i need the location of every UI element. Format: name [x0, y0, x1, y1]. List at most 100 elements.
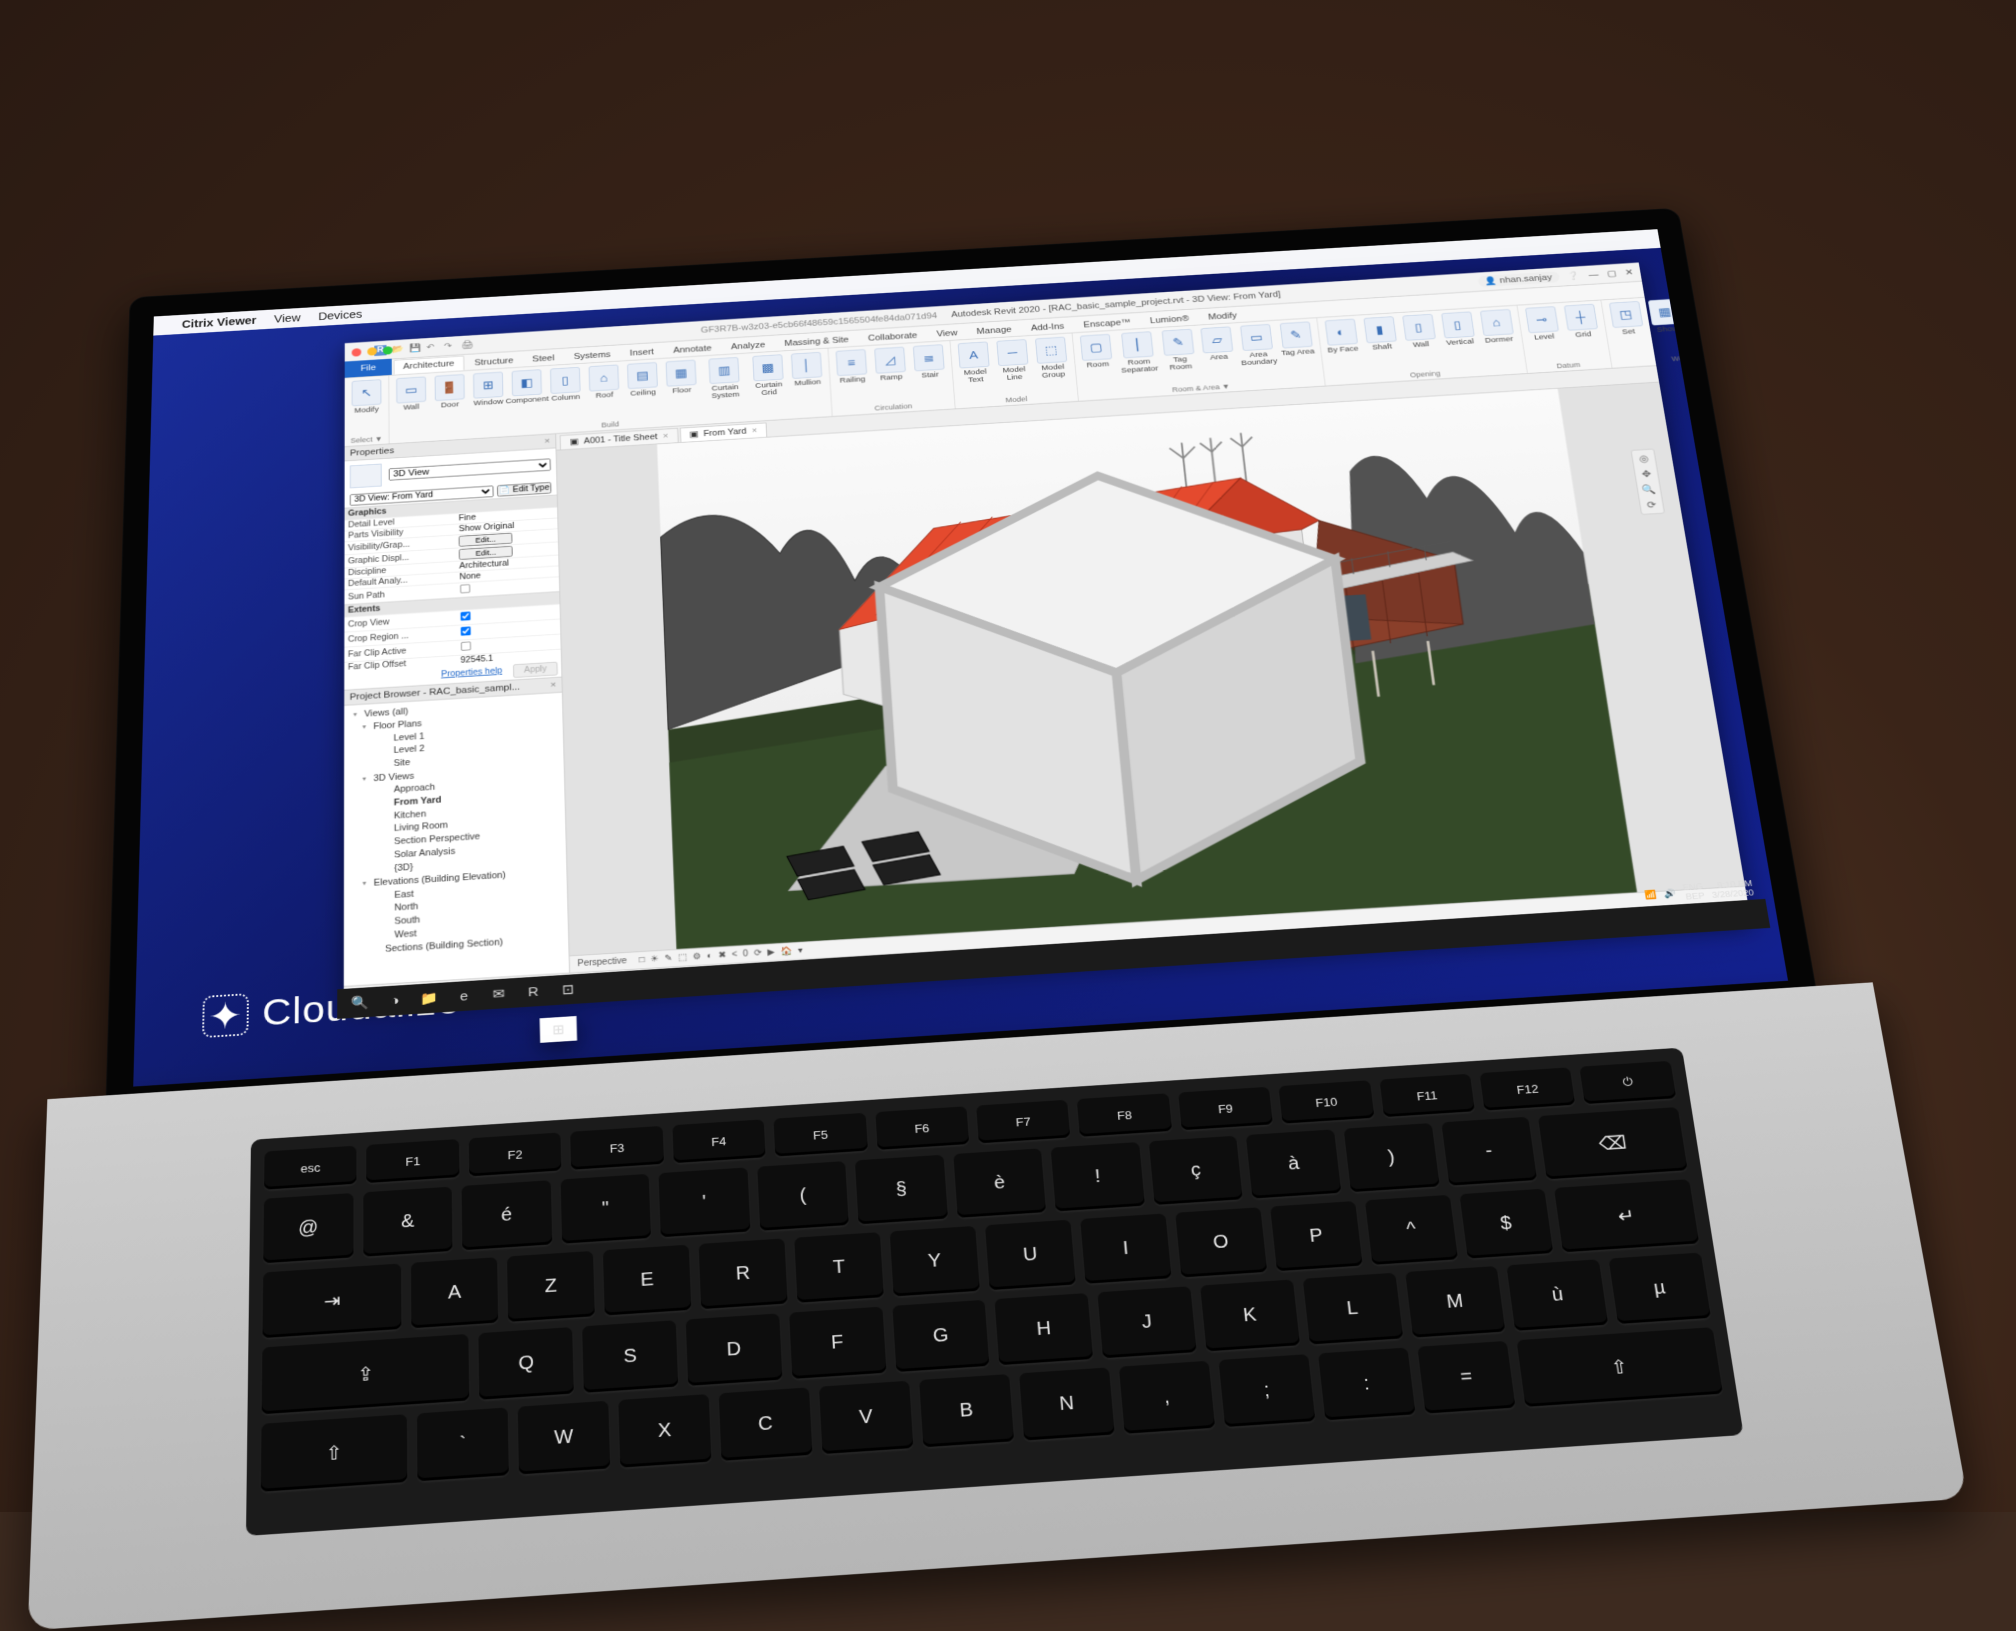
wall-button[interactable]: ▭Wall	[394, 376, 428, 413]
steering-wheel-icon[interactable]: ◎	[1638, 453, 1649, 464]
stair-button[interactable]: ≣Stair	[911, 344, 947, 380]
window-max-icon[interactable]: ▢	[1606, 268, 1617, 278]
vertical-button[interactable]: ▯Vertical	[1439, 311, 1478, 347]
model-line-button[interactable]: ─Model Line	[995, 339, 1032, 383]
minimize-icon[interactable]	[367, 347, 377, 356]
column-button[interactable]: ▯Column	[548, 367, 582, 404]
curtain-system-button[interactable]: ▥Curtain System	[702, 357, 747, 402]
mac-menu-devices[interactable]: Devices	[318, 308, 362, 322]
view-scale[interactable]: Perspective	[577, 956, 627, 968]
taskbar-item[interactable]: 📁	[412, 985, 447, 1012]
dormer-button[interactable]: ⌂Dormer	[1478, 309, 1517, 345]
properties-close-icon[interactable]: ×	[544, 437, 550, 446]
grid-button[interactable]: ┼Grid	[1562, 304, 1601, 340]
by-face-button[interactable]: ◐By Face	[1322, 319, 1360, 355]
zoom-icon[interactable]: 🔍	[1641, 484, 1656, 496]
area-button[interactable]: ▱Area	[1199, 326, 1236, 362]
taskbar-item[interactable]: 🔍	[343, 989, 378, 1016]
viewbar-item[interactable]: ⚙	[693, 952, 702, 962]
apply-button[interactable]: Apply	[513, 662, 558, 678]
prop-checkbox[interactable]	[460, 584, 470, 593]
viewbar-item[interactable]: ◐	[707, 951, 713, 961]
prop-checkbox[interactable]	[461, 611, 471, 620]
taskbar-item[interactable]: ✉	[481, 981, 516, 1008]
tray-volume-icon[interactable]: 🔊	[1664, 889, 1677, 899]
taskbar-item[interactable]: R	[516, 978, 551, 1005]
door-button[interactable]: 🚪Door	[433, 374, 467, 411]
type-selector[interactable]: 3D View	[389, 458, 551, 480]
viewbar-item[interactable]: ⟳	[754, 948, 762, 958]
wall-button[interactable]: ▯Wall	[1400, 314, 1438, 350]
properties-grid[interactable]: GraphicsDetail LevelFineParts Visibility…	[344, 495, 561, 673]
file-tab[interactable]: File	[345, 359, 392, 378]
ribbon-tab-view[interactable]: View	[927, 326, 966, 342]
shaft-button[interactable]: ▮Shaft	[1361, 316, 1399, 352]
model-text-button[interactable]: AModel Text	[956, 341, 993, 385]
window-button[interactable]: ⊞Window	[471, 372, 505, 409]
redo-icon[interactable]: ↷	[444, 340, 456, 351]
modify-button[interactable]: ↖Modify	[350, 379, 383, 416]
roof-button[interactable]: ⌂Roof	[587, 364, 621, 401]
prop-checkbox[interactable]	[461, 641, 471, 650]
floor-button[interactable]: ▦Floor	[664, 360, 699, 397]
prop-checkbox[interactable]	[461, 626, 471, 635]
tray-network-icon[interactable]: 📶	[1644, 890, 1657, 900]
ramp-button[interactable]: ◿Ramp	[873, 347, 909, 383]
ribbon-tab-steel[interactable]: Steel	[524, 351, 564, 367]
taskbar-item[interactable]: ◑	[378, 987, 413, 1014]
viewbar-item[interactable]: ▾	[798, 946, 803, 956]
properties-help-link[interactable]: Properties help	[436, 665, 508, 683]
mullion-button[interactable]: │Mullion	[789, 352, 824, 388]
mac-app-name[interactable]: Citrix Viewer	[182, 314, 257, 330]
model-group-button[interactable]: ⬚Model Group	[1033, 337, 1070, 381]
tag-area-button[interactable]: ✎Tag Area	[1277, 321, 1315, 357]
ribbon-tab-analyze[interactable]: Analyze	[722, 338, 774, 354]
viewbar-item[interactable]: ✎	[664, 954, 672, 964]
window-min-icon[interactable]: —	[1588, 270, 1599, 279]
tray-keyboard[interactable]: BEP	[1685, 892, 1705, 903]
viewbar-item[interactable]: □	[639, 955, 645, 965]
start-button[interactable]: ⊞	[540, 1016, 577, 1043]
user-chip[interactable]: 👤 nhan.sanjay	[1477, 271, 1560, 287]
close-icon[interactable]: ×	[752, 426, 758, 435]
ribbon-tab-annotate[interactable]: Annotate	[664, 341, 721, 358]
viewbar-item[interactable]: ⬚	[678, 953, 687, 963]
maximize-icon[interactable]	[383, 346, 393, 355]
level-button[interactable]: ⊸Level	[1523, 306, 1562, 342]
viewbar-item[interactable]: <	[732, 950, 738, 960]
room-separator-button[interactable]: ⎮Room Separator	[1117, 331, 1159, 376]
orbit-icon[interactable]: ⟳	[1646, 499, 1657, 510]
browser-close-icon[interactable]: ×	[550, 680, 556, 690]
mac-menu-view[interactable]: View	[274, 312, 301, 325]
room-button[interactable]: ▢Room	[1078, 334, 1115, 370]
taskbar-item[interactable]: e	[447, 983, 482, 1010]
tag-room-button[interactable]: ✎Tag Room	[1160, 329, 1198, 373]
set-button[interactable]: ◳Set	[1607, 301, 1646, 337]
drawing-canvas[interactable]: ◎ ✥ 🔍 ⟳	[557, 382, 1745, 955]
ceiling-button[interactable]: ▤Ceiling	[625, 362, 660, 399]
railing-button[interactable]: ≡Railing	[834, 349, 870, 385]
curtain-grid-button[interactable]: ▩Curtain Grid	[750, 354, 786, 398]
viewbar-item[interactable]: ☀	[650, 954, 659, 964]
close-icon[interactable]	[352, 348, 362, 357]
open-icon[interactable]: 📂	[392, 344, 404, 355]
ribbon-tab-systems[interactable]: Systems	[565, 347, 620, 364]
ref-plane-button[interactable]: ⊞Ref Plane	[1685, 296, 1726, 340]
undo-icon[interactable]: ↶	[426, 341, 438, 352]
ribbon-tab-insert[interactable]: Insert	[621, 345, 663, 361]
window-close-icon[interactable]: ✕	[1624, 267, 1634, 277]
help-icon[interactable]: ❔	[1567, 271, 1581, 281]
print-icon[interactable]: 🖨	[461, 339, 473, 350]
ribbon-tab-manage[interactable]: Manage	[967, 322, 1021, 339]
ribbon-tab-modify[interactable]: Modify	[1199, 308, 1247, 324]
area-boundary-button[interactable]: ▭Area Boundary	[1238, 324, 1278, 368]
viewbar-item[interactable]: ✖	[718, 950, 726, 960]
view-cube[interactable]	[557, 394, 1732, 956]
viewbar-item[interactable]: 🏠	[780, 947, 792, 957]
ribbon-tab-structure[interactable]: Structure	[466, 353, 523, 370]
component-button[interactable]: ◧Component	[510, 369, 544, 406]
ribbon-tab-lumion-[interactable]: Lumion®	[1141, 311, 1199, 328]
pan-icon[interactable]: ✥	[1641, 468, 1652, 479]
viewbar-item[interactable]: ▶	[767, 948, 775, 958]
taskbar-item[interactable]: ⊡	[550, 976, 585, 1003]
